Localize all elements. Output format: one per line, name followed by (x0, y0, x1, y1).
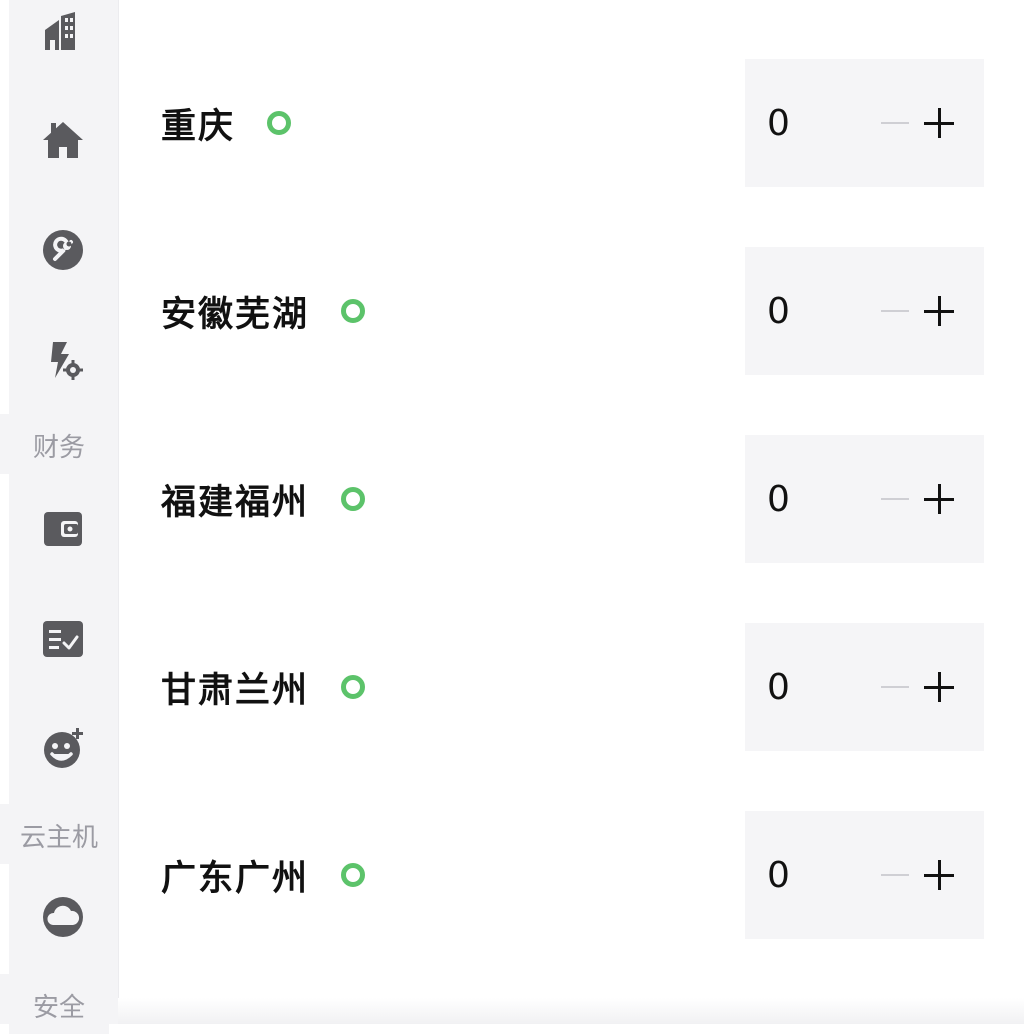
region-name-text: 重庆 (161, 106, 236, 147)
sidebar-rail (0, 474, 9, 804)
status-online-icon (341, 675, 366, 699)
region-name-text: 福建福州 (161, 482, 310, 523)
cloud-icon[interactable] (40, 894, 86, 940)
minus-icon (881, 310, 909, 312)
sidebar-section-security: 安全 (9, 976, 109, 1034)
increment-button[interactable] (919, 103, 959, 143)
region-row: 福建福州 0 (118, 435, 1024, 563)
stepper-value[interactable]: 0 (767, 435, 827, 563)
region-name: 甘肃兰州 (161, 623, 366, 751)
region-name-text: 甘肃兰州 (161, 670, 310, 711)
region-name: 福建福州 (161, 435, 366, 563)
quantity-stepper: 0 (745, 435, 984, 563)
decrement-button[interactable] (875, 855, 915, 895)
region-name: 安徽芜湖 (161, 247, 366, 375)
sidebar-rail (0, 0, 9, 414)
smiley-add-icon[interactable] (40, 725, 86, 771)
decrement-button[interactable] (875, 291, 915, 331)
sidebar-section-finance: 财务 (9, 416, 109, 474)
sidebar: 财务 云主机 安全 (0, 0, 119, 1034)
stepper-value[interactable]: 0 (767, 59, 827, 187)
wrench-icon[interactable] (40, 227, 86, 273)
plus-icon (924, 296, 954, 326)
increment-button[interactable] (919, 479, 959, 519)
checklist-icon[interactable] (40, 616, 86, 662)
stepper-value[interactable]: 0 (767, 247, 827, 375)
region-name-text: 安徽芜湖 (161, 294, 310, 335)
quantity-stepper: 0 (745, 59, 984, 187)
region-row: 甘肃兰州 0 (118, 623, 1024, 751)
lightning-gear-icon[interactable] (40, 337, 86, 383)
decrement-button[interactable] (875, 103, 915, 143)
region-row: 安徽芜湖 0 (118, 247, 1024, 375)
sidebar-rail (0, 864, 9, 974)
quantity-stepper: 0 (745, 811, 984, 939)
increment-button[interactable] (919, 855, 959, 895)
region-row: 广东广州 0 (118, 811, 1024, 939)
sidebar-section-cloud-host: 云主机 (9, 806, 109, 864)
quantity-stepper: 0 (745, 247, 984, 375)
plus-icon (924, 860, 954, 890)
region-row: 重庆 0 (118, 59, 1024, 187)
status-online-icon (341, 299, 366, 323)
status-online-icon (341, 863, 366, 887)
stepper-value[interactable]: 0 (767, 623, 827, 751)
home-icon[interactable] (40, 117, 86, 163)
increment-button[interactable] (919, 291, 959, 331)
plus-icon (924, 484, 954, 514)
plus-icon (924, 108, 954, 138)
wallet-icon[interactable] (40, 506, 86, 552)
minus-icon (881, 122, 909, 124)
plus-icon (924, 672, 954, 702)
quantity-stepper: 0 (745, 623, 984, 751)
region-name: 广东广州 (161, 811, 366, 939)
stepper-value[interactable]: 0 (767, 811, 827, 939)
minus-icon (881, 874, 909, 876)
region-name-text: 广东广州 (161, 858, 310, 899)
region-list: 重庆 0 安徽芜湖 0 福建福州 0 甘肃兰州 0 广东广州 0 (118, 0, 1024, 1024)
minus-icon (881, 498, 909, 500)
status-online-icon (267, 111, 292, 135)
region-name: 重庆 (161, 59, 292, 187)
bottom-panel-edge (118, 998, 1024, 1024)
minus-icon (881, 686, 909, 688)
decrement-button[interactable] (875, 667, 915, 707)
status-online-icon (341, 487, 366, 511)
building-icon[interactable] (40, 9, 86, 55)
decrement-button[interactable] (875, 479, 915, 519)
increment-button[interactable] (919, 667, 959, 707)
